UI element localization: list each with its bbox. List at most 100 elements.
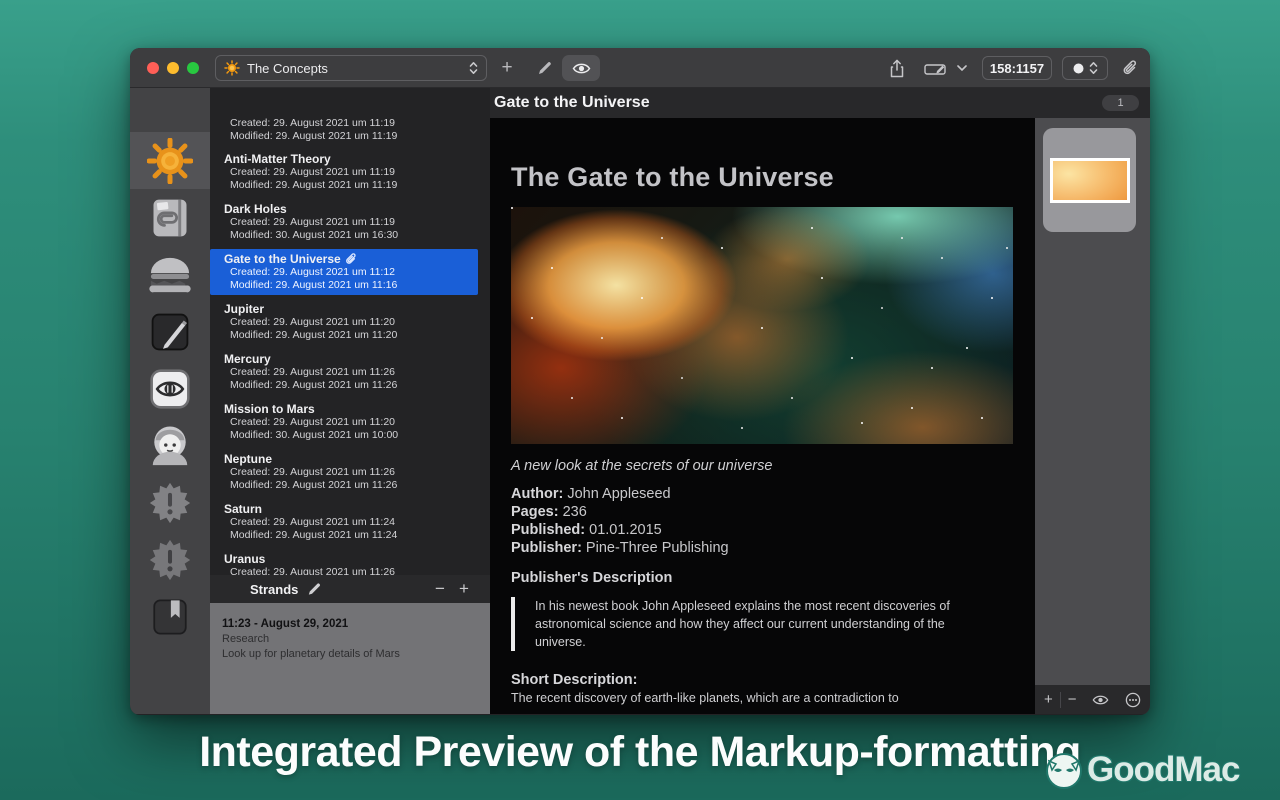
paperclip-icon — [345, 253, 357, 266]
note-title: Uranus — [224, 552, 472, 566]
goodmac-wordmark: GoodMac — [1087, 750, 1239, 790]
share-icon — [889, 59, 905, 78]
preview-header: Gate to the Universe — [490, 88, 1035, 118]
note-title: Gate to the Universe — [224, 252, 341, 266]
note-created: Created: 29. August 2021 um 11:24 — [224, 516, 472, 529]
pages-header: 1 — [1035, 88, 1150, 118]
doc-title: The Gate to the Universe — [511, 162, 1014, 193]
short-description-text: The recent discovery of earth-like plane… — [511, 689, 1014, 707]
doc-subtitle: A new look at the secrets of our univers… — [511, 458, 1014, 474]
traffic-lights — [147, 62, 199, 74]
book-bookmark-icon — [149, 596, 191, 638]
preview-mode-button[interactable] — [562, 55, 600, 81]
chevron-up-down-icon — [469, 61, 478, 75]
note-item[interactable]: Saturn Created: 29. August 2021 um 11:24… — [210, 499, 478, 545]
note-created: Created: 29. August 2021 um 11:26 — [224, 566, 472, 575]
minimize-button[interactable] — [167, 62, 179, 74]
chevron-up-down-icon — [1089, 61, 1098, 75]
theme-stepper[interactable] — [1062, 56, 1108, 80]
note-modified: Modified: 30. August 2021 um 10:00 — [224, 429, 472, 442]
note-item[interactable]: Uranus Created: 29. August 2021 um 11:26… — [210, 549, 478, 575]
short-description-heading: Short Description: — [511, 672, 1014, 688]
note-item[interactable]: Mission to Mars Created: 29. August 2021… — [210, 399, 478, 445]
zoom-in-button[interactable]: + — [1044, 692, 1053, 707]
sidebar-item-alert-badge-2[interactable] — [130, 531, 210, 588]
preview-note-title: Gate to the Universe — [494, 94, 650, 112]
note-title: Neptune — [224, 452, 472, 466]
burger-icon — [147, 254, 193, 296]
preview-pane: Gate to the Universe The Gate to the Uni… — [490, 88, 1035, 714]
circle-icon — [1073, 63, 1084, 74]
note-item[interactable]: Mercury Created: 29. August 2021 um 11:2… — [210, 349, 478, 395]
nebula-image — [511, 207, 1013, 444]
preview-toggle-button[interactable] — [1092, 694, 1109, 706]
pencil-icon — [536, 60, 553, 77]
pencil-icon — [306, 581, 322, 597]
sidebar-item-burger[interactable] — [130, 246, 210, 303]
burst-exclamation-icon — [148, 538, 192, 582]
document-preview[interactable]: The Gate to the Universe A new look at t… — [490, 118, 1035, 714]
note-created: Created: 29. August 2021 um 11:26 — [224, 466, 472, 479]
note-created: Created: 29. August 2021 um 11:19 — [224, 166, 472, 179]
strand-entry-panel[interactable]: 11:23 - August 29, 2021 Research Look up… — [210, 603, 490, 714]
sidebar-item-astronaut[interactable] — [130, 417, 210, 474]
journal-paperclip-icon — [148, 196, 192, 240]
note-title: Anti-Matter Theory — [224, 152, 472, 166]
sidebar-item-journal[interactable] — [130, 189, 210, 246]
notes-list[interactable]: Created: 29. August 2021 um 11:19 Modifi… — [210, 88, 490, 575]
sidebar-item-bookmark-book[interactable] — [130, 588, 210, 645]
note-created: Created: 29. August 2021 um 11:19 — [230, 117, 490, 130]
note-item-selected[interactable]: Gate to the Universe Created: 29. August… — [210, 249, 478, 295]
strand-text-line: Look up for planetary details of Mars — [222, 647, 478, 662]
titlebar[interactable]: The Concepts + — [130, 48, 1150, 88]
paperclip-icon — [1122, 60, 1138, 77]
strand-timestamp: 11:23 - August 29, 2021 — [222, 617, 478, 632]
blockquote: In his newest book John Appleseed explai… — [511, 597, 989, 651]
sketchbook-pencil-icon — [148, 310, 192, 354]
note-item[interactable]: Neptune Created: 29. August 2021 um 11:2… — [210, 449, 478, 495]
eye-icon — [572, 62, 591, 75]
page-thumbnail-card[interactable] — [1043, 128, 1136, 232]
note-title: Dark Holes — [224, 202, 472, 216]
note-item[interactable]: Dark Holes Created: 29. August 2021 um 1… — [210, 199, 478, 245]
sidebar-item-alert-badge[interactable] — [130, 474, 210, 531]
pages-panel: 1 + − — [1035, 88, 1150, 714]
eye-app-icon — [148, 367, 192, 411]
strand-remove-button[interactable]: − — [428, 579, 452, 599]
sidebar-item-the-concepts[interactable] — [130, 132, 210, 189]
goodmac-face-icon — [1043, 749, 1085, 791]
pages-toolbar: + − — [1035, 685, 1150, 714]
note-item[interactable]: Anti-Matter Theory Created: 29. August 2… — [210, 149, 478, 195]
note-modified: Modified: 29. August 2021 um 11:20 — [224, 329, 472, 342]
strands-title: Strands — [250, 582, 298, 597]
strands-header: Strands − + — [210, 575, 490, 603]
share-button[interactable] — [885, 55, 909, 81]
markup-button[interactable] — [920, 55, 950, 81]
note-modified: Modified: 29. August 2021 um 11:26 — [224, 479, 472, 492]
sidebar-item-eye-viewer[interactable] — [130, 360, 210, 417]
note-item-partial[interactable]: Created: 29. August 2021 um 11:19 Modifi… — [210, 117, 490, 142]
sidebar-item-sketchbook[interactable] — [130, 303, 210, 360]
note-modified: Modified: 30. August 2021 um 16:30 — [224, 229, 472, 242]
add-note-button[interactable]: + — [495, 55, 519, 81]
note-item[interactable]: Jupiter Created: 29. August 2021 um 11:2… — [210, 299, 478, 345]
close-button[interactable] — [147, 62, 159, 74]
zoom-button[interactable] — [187, 62, 199, 74]
meta-line: Author: John Appleseed — [511, 485, 1014, 503]
note-modified: Modified: 29. August 2021 um 11:19 — [224, 179, 472, 192]
meta-line: Published: 01.01.2015 — [511, 521, 1014, 539]
more-options-button[interactable] — [1125, 692, 1141, 708]
publishers-description-heading: Publisher's Description — [511, 570, 1014, 586]
markup-icon — [924, 60, 946, 76]
attachment-button[interactable] — [1118, 55, 1142, 81]
concept-selector-dropdown[interactable]: The Concepts — [215, 55, 487, 81]
edit-mode-button[interactable] — [530, 55, 558, 81]
strand-add-button[interactable]: + — [452, 579, 476, 599]
note-created: Created: 29. August 2021 um 11:12 — [224, 266, 472, 279]
note-created: Created: 29. August 2021 um 11:20 — [224, 416, 472, 429]
note-title: Mission to Mars — [224, 402, 472, 416]
word-char-counter[interactable]: 158:1157 — [982, 56, 1052, 80]
zoom-out-button[interactable]: − — [1068, 692, 1077, 707]
markup-chevron-button[interactable] — [954, 55, 970, 81]
counter-value: 158:1157 — [990, 61, 1044, 76]
